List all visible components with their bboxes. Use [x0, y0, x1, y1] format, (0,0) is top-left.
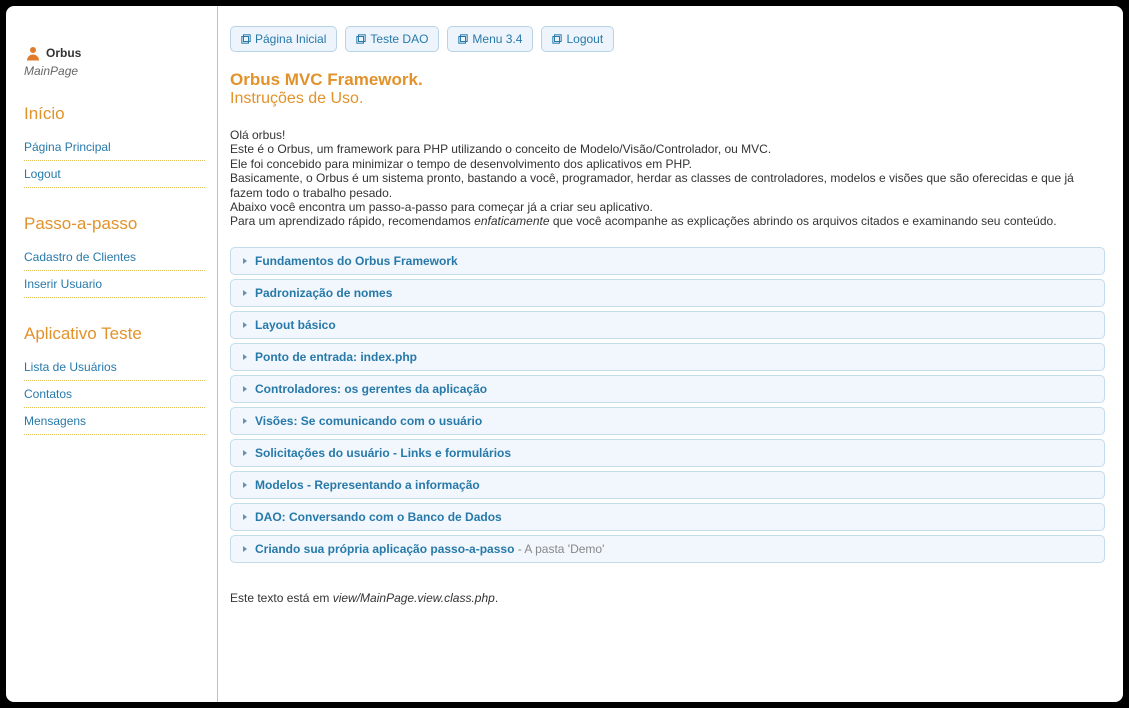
chevron-right-icon: [241, 353, 249, 361]
button-label: Teste DAO: [370, 32, 428, 46]
intro-line: Abaixo você encontra um passo-a-passo pa…: [230, 200, 1105, 214]
accordion: Fundamentos do Orbus Framework Padroniza…: [230, 247, 1105, 563]
newwin-icon: [356, 34, 366, 44]
nav-link-inserir-usuario[interactable]: Inserir Usuario: [24, 271, 205, 298]
footnote-text: Este texto está em: [230, 591, 333, 605]
chevron-right-icon: [241, 289, 249, 297]
logo-row: Orbus: [24, 44, 205, 62]
menu-34-button[interactable]: Menu 3.4: [447, 26, 533, 52]
chevron-right-icon: [241, 257, 249, 265]
accordion-item-padronizacao[interactable]: Padronização de nomes: [230, 279, 1105, 307]
toolbar: Página Inicial Teste DAO Menu 3.4 Logout: [230, 26, 1105, 52]
footnote-path: view/MainPage.view.class.php: [333, 591, 495, 605]
page-title: Orbus MVC Framework.: [230, 70, 1105, 90]
intro-em: enfaticamente: [474, 214, 549, 228]
page-subtitle: Instruções de Uso.: [230, 90, 1105, 108]
nav-link-contatos[interactable]: Contatos: [24, 381, 205, 408]
accordion-item-layout[interactable]: Layout básico: [230, 311, 1105, 339]
accordion-title: DAO: Conversando com o Banco de Dados: [255, 510, 502, 524]
chevron-right-icon: [241, 545, 249, 553]
nav-link-lista-usuarios[interactable]: Lista de Usuários: [24, 354, 205, 381]
newwin-icon: [241, 34, 251, 44]
accordion-title: Criando sua própria aplicação passo-a-pa…: [255, 542, 604, 556]
button-label: Logout: [566, 32, 603, 46]
nav-section-title: Aplicativo Teste: [24, 324, 205, 344]
button-label: Página Inicial: [255, 32, 326, 46]
sidebar: Orbus MainPage Início Página Principal L…: [6, 6, 218, 702]
accordion-item-visoes[interactable]: Visões: Se comunicando com o usuário: [230, 407, 1105, 435]
accordion-item-criando[interactable]: Criando sua própria aplicação passo-a-pa…: [230, 535, 1105, 563]
logo-subtitle: MainPage: [24, 64, 205, 78]
chevron-right-icon: [241, 513, 249, 521]
accordion-title: Padronização de nomes: [255, 286, 392, 300]
user-icon: [24, 44, 42, 62]
button-label: Menu 3.4: [472, 32, 522, 46]
nav-section-passo: Passo-a-passo Cadastro de Clientes Inser…: [24, 214, 205, 298]
chevron-right-icon: [241, 449, 249, 457]
accordion-item-modelos[interactable]: Modelos - Representando a informação: [230, 471, 1105, 499]
chevron-right-icon: [241, 417, 249, 425]
nav-link-logout[interactable]: Logout: [24, 161, 205, 188]
nav-section-title: Passo-a-passo: [24, 214, 205, 234]
accordion-item-index[interactable]: Ponto de entrada: index.php: [230, 343, 1105, 371]
pagina-inicial-button[interactable]: Página Inicial: [230, 26, 337, 52]
main-content: Página Inicial Teste DAO Menu 3.4 Logout…: [218, 6, 1123, 702]
intro-line: Este é o Orbus, um framework para PHP ut…: [230, 142, 1105, 156]
intro-line: Olá orbus!: [230, 128, 1105, 142]
accordion-title: Modelos - Representando a informação: [255, 478, 480, 492]
app-window: Orbus MainPage Início Página Principal L…: [6, 6, 1123, 702]
intro-line: Ele foi concebido para minimizar o tempo…: [230, 157, 1105, 171]
newwin-icon: [458, 34, 468, 44]
logo-text: Orbus: [46, 46, 81, 60]
chevron-right-icon: [241, 385, 249, 393]
footnote: Este texto está em view/MainPage.view.cl…: [230, 591, 1105, 605]
accordion-item-fundamentos[interactable]: Fundamentos do Orbus Framework: [230, 247, 1105, 275]
nav-link-cadastro-clientes[interactable]: Cadastro de Clientes: [24, 244, 205, 271]
accordion-item-dao[interactable]: DAO: Conversando com o Banco de Dados: [230, 503, 1105, 531]
intro-text: Olá orbus! Este é o Orbus, um framework …: [230, 128, 1105, 229]
nav-link-mensagens[interactable]: Mensagens: [24, 408, 205, 435]
accordion-title: Layout básico: [255, 318, 336, 332]
intro-line: Basicamente, o Orbus é um sistema pronto…: [230, 171, 1105, 200]
accordion-title: Solicitações do usuário - Links e formul…: [255, 446, 511, 460]
accordion-item-solicitacoes[interactable]: Solicitações do usuário - Links e formul…: [230, 439, 1105, 467]
intro-line: Para um aprendizado rápido, recomendamos…: [230, 214, 1105, 228]
nav-section-title: Início: [24, 104, 205, 124]
accordion-title: Fundamentos do Orbus Framework: [255, 254, 458, 268]
nav-section-aplicativo: Aplicativo Teste Lista de Usuários Conta…: [24, 324, 205, 435]
newwin-icon: [552, 34, 562, 44]
teste-dao-button[interactable]: Teste DAO: [345, 26, 439, 52]
chevron-right-icon: [241, 321, 249, 329]
intro-span: Para um aprendizado rápido, recomendamos: [230, 214, 474, 228]
accordion-title: Controladores: os gerentes da aplicação: [255, 382, 487, 396]
accordion-title: Visões: Se comunicando com o usuário: [255, 414, 482, 428]
chevron-right-icon: [241, 481, 249, 489]
footnote-text: .: [495, 591, 498, 605]
nav-section-inicio: Início Página Principal Logout: [24, 104, 205, 188]
intro-span: que você acompanhe as explicações abrind…: [550, 214, 1057, 228]
accordion-title: Ponto de entrada: index.php: [255, 350, 417, 364]
accordion-item-controladores[interactable]: Controladores: os gerentes da aplicação: [230, 375, 1105, 403]
nav-link-pagina-principal[interactable]: Página Principal: [24, 134, 205, 161]
logout-button[interactable]: Logout: [541, 26, 614, 52]
